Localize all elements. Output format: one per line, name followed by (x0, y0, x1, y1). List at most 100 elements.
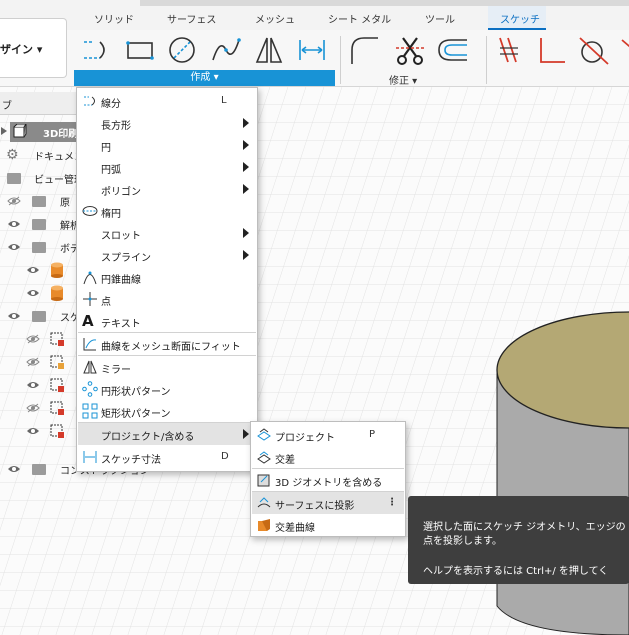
menu-item-sketch-dimension[interactable]: スケッチ寸法 D (78, 446, 256, 468)
tab-surface[interactable]: サーフェス (167, 11, 216, 26)
point-icon (83, 292, 97, 306)
coincident-constraint-icon[interactable] (494, 34, 526, 66)
intersection-curve-icon (258, 519, 270, 531)
conic-icon (83, 271, 97, 285)
browser-item-sketch[interactable] (0, 397, 80, 419)
menu-item-project-include[interactable]: プロジェクト/含める (78, 423, 256, 445)
tangent-constraint-icon[interactable] (578, 34, 610, 66)
tab-mesh[interactable]: メッシュ (255, 11, 295, 26)
browser-item-sketch[interactable] (0, 420, 80, 442)
menu-item-rectangle[interactable]: 長方形 (78, 112, 256, 134)
submenu-item-intersection-curve[interactable]: 交差曲線 (252, 514, 404, 536)
menu-item-arc[interactable]: 円弧 (78, 156, 256, 178)
create-menu-button[interactable]: 作成 ▾ (74, 70, 335, 86)
expand-triangle-icon[interactable] (1, 127, 7, 135)
browser-item-body[interactable] (0, 259, 80, 281)
design-workspace-label: ザイン ▾ (0, 43, 43, 56)
circle-tool-icon[interactable] (166, 34, 198, 66)
eye-hidden-icon[interactable] (26, 403, 40, 413)
tab-solid[interactable]: ソリッド (94, 11, 134, 26)
menu-item-circular-pattern[interactable]: 円形状パターン (78, 378, 256, 400)
tab-tools[interactable]: ツール (425, 11, 455, 26)
mirror-tool-icon[interactable] (253, 34, 285, 66)
project-to-surface-icon (257, 497, 271, 508)
browser-item-sketches[interactable]: スケ (0, 305, 80, 327)
menu-item-polygon[interactable]: ポリゴン (78, 178, 256, 200)
project-icon (257, 428, 271, 441)
browser-item-construction[interactable]: コンストラクション (0, 458, 150, 480)
create-dropdown-menu: 線分 L 長方形 円 円弧 ポリゴン 楕円 スロット スプライン 円錐曲線 点 … (76, 87, 258, 472)
menu-item-text[interactable]: A テキスト (78, 310, 256, 332)
eye-hidden-icon[interactable] (7, 196, 21, 206)
rectangular-pattern-icon (82, 403, 98, 419)
browser-item-label: 原 (60, 198, 70, 209)
modify-menu-button[interactable]: 修正 ▾ (389, 72, 417, 87)
rectangle-tool-icon[interactable] (124, 34, 156, 66)
browser-item-sketch[interactable] (0, 374, 80, 396)
offset-tool-icon[interactable] (437, 34, 469, 66)
menu-item-point[interactable]: 点 (78, 288, 256, 310)
browser-root-row[interactable]: 3D印刷 (0, 121, 80, 143)
spline-tool-icon[interactable] (210, 34, 242, 66)
folder-icon (32, 464, 46, 475)
eye-icon[interactable] (26, 265, 40, 275)
browser-item-named-views[interactable]: ビュー管理 (0, 167, 84, 189)
menu-item-mirror[interactable]: ミラー (78, 356, 256, 378)
eye-icon[interactable] (7, 242, 21, 252)
menu-item-conic-curve[interactable]: 円錐曲線 (78, 266, 256, 288)
more-options-icon[interactable]: ⋮ (387, 497, 397, 508)
submenu-arrow-icon (243, 250, 249, 260)
menu-item-ellipse[interactable]: 楕円 (78, 200, 256, 222)
trim-scissors-icon[interactable] (394, 34, 426, 66)
project-include-submenu: プロジェクト P 交差 3D ジオメトリを含める サーフェスに投影 ⋮ 交差曲線 (250, 421, 406, 537)
eye-hidden-icon[interactable] (26, 334, 40, 344)
folder-icon (32, 311, 46, 322)
browser-item-sketch[interactable] (0, 328, 80, 350)
submenu-item-project[interactable]: プロジェクト P (252, 424, 404, 446)
browser-item-body[interactable] (0, 282, 80, 304)
dimension-tool-icon[interactable] (296, 34, 328, 66)
sketch-icon (50, 424, 64, 438)
eye-icon[interactable] (26, 380, 40, 390)
eye-icon[interactable] (7, 464, 21, 474)
folder-icon (32, 242, 46, 253)
submenu-item-project-to-surface[interactable]: サーフェスに投影 ⋮ (252, 492, 404, 514)
submenu-arrow-icon (243, 118, 249, 128)
submenu-arrow-icon (243, 140, 249, 150)
browser-item-document-settings[interactable]: ⚙ ドキュメン (0, 144, 84, 166)
menu-item-line[interactable]: 線分 L (78, 90, 256, 112)
eye-hidden-icon[interactable] (26, 357, 40, 367)
folder-icon (32, 196, 46, 207)
submenu-item-intersect[interactable]: 交差 (252, 446, 404, 468)
fillet-tool-icon[interactable] (348, 34, 380, 66)
perpendicular-constraint-icon[interactable] (535, 34, 567, 66)
menu-item-rectangular-pattern[interactable]: 矩形状パターン (78, 400, 256, 422)
menu-item-spline[interactable]: スプライン (78, 244, 256, 266)
line-tool-icon[interactable] (80, 34, 112, 66)
browser-item-bodies[interactable]: ボデ (0, 236, 80, 258)
submenu-arrow-icon (243, 429, 249, 439)
menu-item-slot[interactable]: スロット (78, 222, 256, 244)
menu-item-circle[interactable]: 円 (78, 134, 256, 156)
browser-item-sketch[interactable] (0, 351, 80, 373)
sketch-icon (50, 355, 64, 369)
horizontal-constraint-icon[interactable] (620, 34, 629, 66)
browser-item-analysis[interactable]: 解析 (0, 213, 80, 235)
submenu-item-include-3d-geometry[interactable]: 3D ジオメトリを含める (252, 469, 404, 491)
sketch-icon (50, 401, 64, 415)
menu-item-fit-curve-to-mesh-section[interactable]: 曲線をメッシュ断面にフィット (78, 333, 256, 355)
browser-panel: ブ 3D印刷 ⚙ ドキュメン ビュー管理 原 解析 ボデ スケ (0, 92, 150, 482)
eye-icon[interactable] (26, 288, 40, 298)
tab-sketch[interactable]: スケッチ (500, 11, 540, 26)
folder-icon (7, 173, 21, 184)
browser-item-origin[interactable]: 原 (0, 190, 80, 212)
browser-title: ブ (2, 101, 12, 112)
eye-icon[interactable] (7, 311, 21, 321)
eye-icon[interactable] (7, 219, 21, 229)
tooltip-description-1: 選択した面にスケッチ ジオメトリ、エッジの (423, 522, 626, 533)
line-icon (84, 96, 95, 106)
submenu-arrow-icon (243, 162, 249, 172)
tab-sheet-metal[interactable]: シート メタル (328, 11, 391, 26)
eye-icon[interactable] (26, 426, 40, 436)
command-tooltip: 選択した面にスケッチ ジオメトリ、エッジの 点を投影します。 ヘルプを表示するに… (408, 496, 629, 584)
